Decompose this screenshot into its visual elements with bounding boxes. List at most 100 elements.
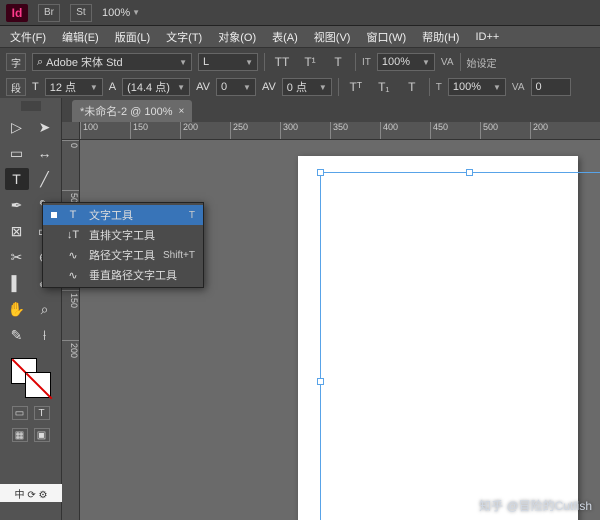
type-tool[interactable]: T [5, 168, 29, 190]
va-icon: VA [512, 82, 525, 93]
note-tool[interactable]: ✎ [5, 324, 29, 346]
scale-y-icon: T [436, 82, 442, 93]
ime-indicator[interactable]: 中 ⟳ ⚙ [0, 484, 62, 502]
vertical-type-icon: ↓T [65, 229, 81, 241]
panel-grip[interactable] [21, 101, 41, 111]
bridge-button[interactable]: Br [38, 4, 60, 22]
zoom-level-combo[interactable]: 100% ▼ [102, 7, 140, 19]
ruler-origin[interactable] [62, 122, 80, 140]
allcaps-button[interactable]: TT [271, 53, 293, 71]
paragraph-mode-chip[interactable]: 段 [6, 78, 26, 96]
font-size-icon: T [32, 81, 39, 93]
document-tabs: *未命名-2 @ 100% × [62, 98, 600, 122]
menu-idpp[interactable]: ID++ [469, 29, 505, 45]
gradient-tool[interactable]: ▌ [5, 272, 29, 294]
view-mode-preview[interactable]: ▣ [34, 428, 50, 442]
canvas[interactable]: 100 150 200 250 300 350 400 450 500 200 … [62, 122, 600, 520]
document-tab-title: *未命名-2 @ 100% [80, 103, 172, 119]
menu-bar: 文件(F) 编辑(E) 版面(L) 文字(T) 对象(O) 表(A) 视图(V)… [0, 26, 600, 48]
format-container-button[interactable]: ▭ [12, 406, 28, 420]
format-text-button[interactable]: T [34, 406, 50, 420]
tracking-combo[interactable]: 0 点▼ [282, 78, 332, 96]
rectangle-frame-tool[interactable]: ⊠ [5, 220, 29, 242]
watermark: 知乎 @冒险的Cutfish [479, 497, 592, 514]
text-frame-selected[interactable] [320, 172, 600, 520]
superscript-button[interactable]: T¹ [299, 53, 321, 71]
vertical-ruler[interactable]: 0 50 100 150 200 [62, 140, 80, 520]
scissors-tool[interactable]: ✂ [5, 246, 29, 268]
stroke-swatch[interactable] [25, 372, 51, 398]
control-panel: 字 ⌕ Adobe 宋体 Std ▼ L ▼ TT T¹ T IT 100%▼ … [0, 48, 600, 102]
ruler-tick: 200 [180, 122, 230, 139]
direct-selection-tool[interactable]: ➤ [33, 116, 57, 138]
menu-layout[interactable]: 版面(L) [109, 27, 156, 47]
underline-button[interactable]: T [327, 53, 349, 71]
kerning-combo[interactable]: 0▼ [216, 78, 256, 96]
stock-button[interactable]: St [70, 4, 92, 22]
search-icon: ⌕ [37, 56, 43, 69]
chevron-down-icon: ▼ [245, 58, 253, 67]
menu-type[interactable]: 文字(T) [160, 27, 208, 47]
separator [355, 53, 356, 71]
hand-tool[interactable]: ✋ [5, 298, 29, 320]
document-tab[interactable]: *未命名-2 @ 100% × [72, 100, 192, 122]
resize-handle[interactable] [466, 169, 473, 176]
line-tool[interactable]: ╱ [33, 168, 57, 190]
ruler-tick: 200 [62, 340, 79, 390]
page-tool[interactable]: ▭ [5, 142, 29, 164]
font-size-combo[interactable]: 12 点▼ [45, 78, 103, 96]
menu-view[interactable]: 视图(V) [308, 27, 357, 47]
menu-table[interactable]: 表(A) [266, 27, 304, 47]
menu-edit[interactable]: 编辑(E) [56, 27, 105, 47]
chevron-down-icon: ▼ [132, 8, 140, 17]
menu-file[interactable]: 文件(F) [4, 27, 52, 47]
ruler-tick: 300 [280, 122, 330, 139]
font-family-value: Adobe 宋体 Std [46, 54, 122, 70]
selection-tool[interactable]: ▷ [5, 116, 29, 138]
flyout-shortcut: T [189, 210, 195, 221]
color-swatch[interactable] [11, 358, 51, 398]
ruler-tick: 0 [62, 140, 79, 190]
flyout-item-vertical-path-type[interactable]: ∿ 垂直路径文字工具 [43, 265, 203, 285]
subscript-button[interactable]: T₁ [373, 78, 395, 96]
scale-x-combo[interactable]: 100%▼ [377, 53, 435, 71]
menu-object[interactable]: 对象(O) [212, 27, 262, 47]
view-mode-normal[interactable]: ▦ [12, 428, 28, 442]
ruler-tick: 150 [130, 122, 180, 139]
resize-handle[interactable] [317, 169, 324, 176]
character-mode-chip[interactable]: 字 [6, 53, 26, 71]
gap-tool[interactable]: ↔ [33, 142, 57, 164]
tools-panel: ▷ ➤ ▭ ↔ T ╱ ✒ ✎ ⊠ ▭ ✂ ⊕ ▌ ✐ ✋ ⌕ ✎ ⟊ ▭ T … [0, 98, 62, 520]
close-icon[interactable]: × [178, 106, 184, 117]
chevron-down-icon: ▼ [493, 83, 501, 92]
va-combo[interactable]: 0 [531, 78, 571, 96]
measure-tool[interactable]: ⟊ [33, 324, 57, 346]
va-value: 0 [536, 81, 542, 93]
leading-icon: A [109, 81, 116, 93]
ruler-tick: 450 [430, 122, 480, 139]
tracking-icon: AV [262, 81, 276, 93]
flyout-item-type[interactable]: T 文字工具 T [43, 205, 203, 225]
font-style-value: L [203, 56, 209, 68]
separator [338, 78, 339, 96]
menu-help[interactable]: 帮助(H) [416, 27, 465, 47]
flyout-label: 垂直路径文字工具 [89, 267, 187, 283]
kerning-value: 0 [221, 81, 227, 93]
vertical-path-type-icon: ∿ [65, 269, 81, 282]
flyout-item-path-type[interactable]: ∿ 路径文字工具 Shift+T [43, 245, 203, 265]
zoom-tool[interactable]: ⌕ [33, 298, 57, 320]
kerning-icon: AV [196, 81, 210, 93]
font-style-combo[interactable]: L ▼ [198, 53, 258, 71]
menu-window[interactable]: 窗口(W) [360, 27, 412, 47]
flyout-item-vertical-type[interactable]: ↓T 直排文字工具 [43, 225, 203, 245]
font-family-combo[interactable]: ⌕ Adobe 宋体 Std ▼ [32, 53, 192, 71]
leading-combo[interactable]: (14.4 点)▼ [122, 78, 190, 96]
resize-handle[interactable] [317, 378, 324, 385]
scale-y-value: 100% [453, 81, 481, 93]
pen-tool[interactable]: ✒ [5, 194, 29, 216]
strikethrough-button[interactable]: T [401, 78, 423, 96]
flyout-shortcut: Shift+T [163, 250, 195, 261]
scale-y-combo[interactable]: 100% ▼ [448, 78, 506, 96]
smallcaps-button[interactable]: Tᵀ [345, 78, 367, 96]
horizontal-ruler[interactable]: 100 150 200 250 300 350 400 450 500 200 [80, 122, 600, 140]
